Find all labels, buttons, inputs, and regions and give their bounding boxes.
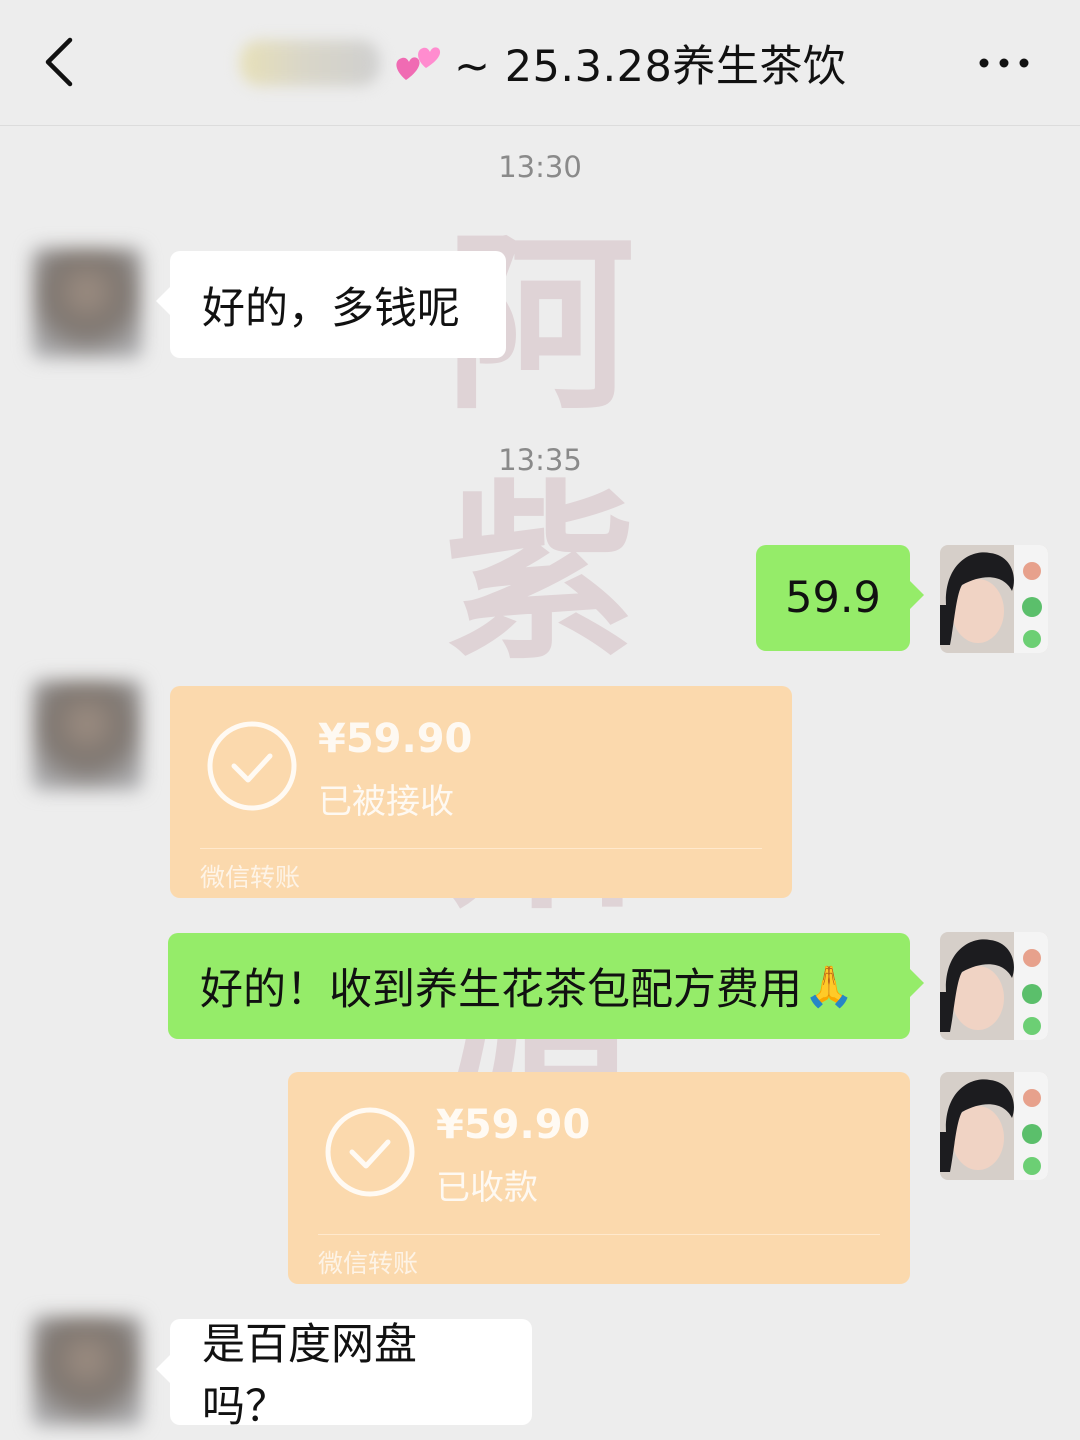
message-bubble-sent[interactable]: 好的！收到养生花茶包配方费用 🙏	[168, 933, 924, 1039]
watermark-char: 紫	[445, 462, 635, 685]
message-bubble-received[interactable]: 是百度网盘吗？	[156, 1319, 532, 1432]
chevron-left-icon[interactable]	[38, 34, 88, 90]
message-text: 好的，多钱呢	[202, 283, 460, 334]
chat-title: ~ 25.3.28养生茶饮	[454, 42, 847, 92]
message-bubble-sent[interactable]: 59.9	[756, 545, 924, 651]
message-text: 59.9	[785, 573, 881, 623]
avatar-image	[940, 932, 1048, 1040]
avatar[interactable]	[32, 680, 142, 790]
transfer-card-sent[interactable]: ¥59.90 已收款 微信转账	[288, 1072, 910, 1284]
more-dots-icon[interactable]	[976, 50, 1032, 76]
chat-title-area: ~ 25.3.28养生茶饮	[240, 28, 846, 98]
message-bubble-received[interactable]: 好的，多钱呢	[156, 251, 506, 358]
pray-emoji-icon: 🙏	[804, 963, 854, 1010]
message-text: 是百度网盘吗？	[202, 1320, 417, 1432]
check-circle-icon	[207, 721, 297, 811]
chat-header: ~ 25.3.28养生茶饮	[0, 0, 1080, 126]
two-hearts-icon	[396, 47, 441, 80]
avatar-image	[940, 545, 1048, 653]
avatar[interactable]	[940, 932, 1048, 1040]
timestamp: 13:30	[498, 150, 582, 184]
transfer-amount: ¥59.90	[436, 1102, 591, 1148]
avatar-image	[940, 1072, 1048, 1180]
transfer-card-received[interactable]: ¥59.90 已被接收 微信转账	[170, 686, 792, 898]
timestamp: 13:35	[498, 443, 582, 477]
message-text: 好的！收到养生花茶包配方费用	[200, 965, 802, 1015]
avatar[interactable]	[940, 1072, 1048, 1180]
blurred-contact-name	[240, 40, 380, 86]
avatar[interactable]	[32, 1316, 142, 1426]
divider	[200, 848, 762, 849]
divider	[318, 1234, 880, 1235]
transfer-footer: 微信转账	[318, 1249, 419, 1278]
avatar[interactable]	[940, 545, 1048, 653]
transfer-status: 已收款	[436, 1168, 538, 1208]
transfer-amount: ¥59.90	[318, 716, 473, 762]
avatar[interactable]	[32, 248, 142, 358]
transfer-footer: 微信转账	[200, 863, 301, 892]
transfer-status: 已被接收	[318, 782, 454, 822]
check-circle-icon	[325, 1107, 415, 1197]
